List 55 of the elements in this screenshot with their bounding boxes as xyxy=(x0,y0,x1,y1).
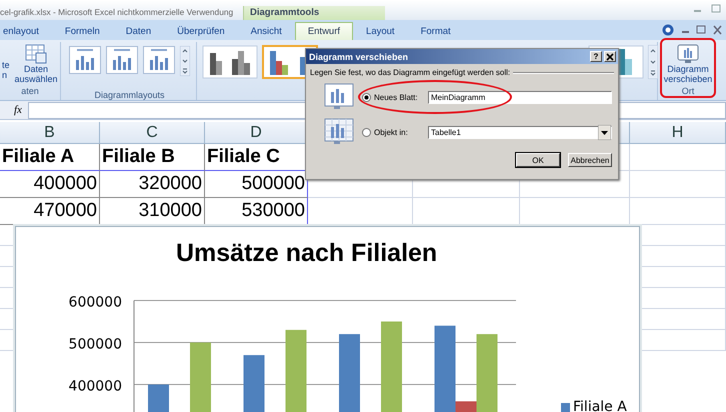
ribbon-tab[interactable]: enlayout xyxy=(0,22,52,40)
new-sheet-icon xyxy=(324,83,354,111)
chart-layout-thumbnail[interactable] xyxy=(69,46,101,74)
table-icon xyxy=(25,44,47,64)
sheet-chart-icon xyxy=(324,118,354,146)
ribbon-tab[interactable]: Überprüfen xyxy=(164,22,238,40)
group-label: aten xyxy=(21,86,39,96)
chart-layout-thumbnail[interactable] xyxy=(106,46,138,74)
ribbon-tab[interactable]: Daten xyxy=(112,22,164,40)
table-cell: 320000 xyxy=(100,171,205,198)
cancel-button[interactable]: Abbrechen xyxy=(568,153,612,167)
window-title: cel-grafik.xlsx - Microsoft Excel nichtkommerzielle Verwendung xyxy=(0,7,234,19)
help-icon[interactable] xyxy=(662,24,674,36)
function-label[interactable]: fx xyxy=(14,104,22,116)
table-cell: Filiale A xyxy=(0,144,100,171)
axis-tick-label: 600000 xyxy=(68,294,122,310)
dropdown-arrow-icon[interactable] xyxy=(598,124,611,140)
instruction-text: Legen Sie fest, wo das Diagramm eingefügt werden soll: xyxy=(310,68,510,77)
legend-label: Filiale A xyxy=(573,399,627,412)
ribbon-tab[interactable]: Entwurf xyxy=(294,22,354,40)
ribbon-tab[interactable]: Ansicht xyxy=(238,22,295,40)
radio-option[interactable]: Neues Blatt: xyxy=(362,92,420,102)
table-cell: Filiale B xyxy=(100,144,205,171)
column-header[interactable]: C xyxy=(100,122,205,144)
chart-style-thumbnail[interactable] xyxy=(202,45,258,79)
radio-option[interactable]: Objekt in: xyxy=(362,128,420,136)
gallery-scroll-icon[interactable] xyxy=(648,45,658,79)
table-cell: 400000 xyxy=(0,171,100,198)
axis-tick-label: 400000 xyxy=(68,378,122,394)
window-controls-icon[interactable] xyxy=(680,25,722,35)
ribbon-tab[interactable]: Formeln xyxy=(52,22,113,40)
ribbon-tab[interactable]: Format xyxy=(408,22,464,40)
ribbon-button[interactable]: te n xyxy=(2,42,14,80)
close-button[interactable] xyxy=(604,51,616,62)
sheet-dropdown[interactable]: Tabelle1 xyxy=(428,126,612,138)
chart-frame[interactable]: Umsätze nach Filialen 400000 500000 600000 Filiale A xyxy=(15,226,640,412)
chart-icon xyxy=(677,44,699,64)
axis-tick-label: 500000 xyxy=(68,336,122,352)
dialog-title: Diagramm verschieben xyxy=(309,52,408,62)
sheet-name-field[interactable]: MeinDiagramm xyxy=(428,90,612,104)
column-header[interactable]: B xyxy=(0,122,100,144)
group-label: Diagrammlayouts xyxy=(94,90,165,100)
chart-title: Umsätze nach Filialen xyxy=(176,239,438,268)
column-header[interactable]: H xyxy=(630,122,726,144)
select-data-button[interactable]: Daten auswählen xyxy=(14,42,58,86)
column-header[interactable]: D xyxy=(205,122,308,144)
context-tab-group: Diagrammtools xyxy=(243,6,385,20)
gallery-scroll-icon[interactable] xyxy=(180,46,190,76)
ribbon-tab[interactable]: Layout xyxy=(353,22,408,40)
close-icon xyxy=(606,52,614,60)
chart-layout-thumbnail[interactable] xyxy=(143,46,175,74)
group-label: Ort xyxy=(682,86,694,96)
ok-button[interactable]: OK xyxy=(516,153,560,167)
move-chart-button[interactable]: Diagramm verschieben xyxy=(662,42,714,86)
help-button[interactable]: ? xyxy=(590,51,602,62)
